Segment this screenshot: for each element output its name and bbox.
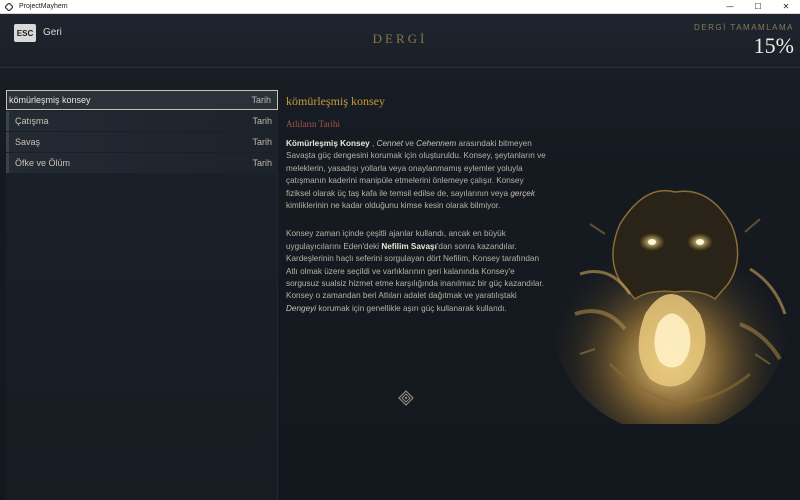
text-italic: Dengeyi bbox=[286, 303, 317, 313]
list-item-marker bbox=[6, 111, 9, 131]
list-item-tag: Tarih bbox=[252, 158, 272, 168]
entry-list: kömürleşmiş konsey Tarih Çatışma Tarih S… bbox=[6, 90, 278, 174]
entry-detail: kömürleşmiş konsey Atlıların Tarihi Kömü… bbox=[286, 94, 546, 315]
completion-value: 15% bbox=[753, 33, 794, 58]
list-item-tag: Tarih bbox=[252, 116, 272, 126]
window-titlebar: ProjectMayhem — ☐ ✕ bbox=[0, 0, 800, 14]
list-item-label: kömürleşmiş konsey bbox=[9, 95, 91, 105]
text-run: korumak için genellikle aşırı güç kullan… bbox=[316, 303, 507, 313]
text-italic: gerçek bbox=[510, 188, 535, 198]
list-item[interactable]: Çatışma Tarih bbox=[6, 111, 278, 131]
list-item-tag: Tarih bbox=[251, 95, 271, 105]
completion-label: DERGİ TAMAMLAMA bbox=[694, 23, 794, 32]
text-run: , bbox=[369, 139, 377, 148]
entry-subtitle: Atlıların Tarihi bbox=[286, 119, 340, 129]
game-viewport: ESC Geri DERGİ DERGİ TAMAMLAMA 15% kömür… bbox=[0, 14, 800, 500]
page-title: DERGİ bbox=[372, 31, 428, 46]
text-italic: Cehennem bbox=[416, 139, 457, 148]
list-item[interactable]: kömürleşmiş konsey Tarih bbox=[6, 90, 278, 110]
list-item-label: Savaş bbox=[15, 137, 41, 147]
list-item-label: Çatışma bbox=[15, 116, 49, 126]
text-italic: Cennet bbox=[376, 139, 403, 148]
entry-paragraph: Kömürleşmiş Konsey , Cennet ve Cehennem … bbox=[286, 138, 546, 212]
close-button[interactable]: ✕ bbox=[772, 0, 800, 14]
header-bar: ESC Geri DERGİ DERGİ TAMAMLAMA 15% bbox=[0, 14, 800, 68]
entry-paragraph: Konsey zaman içinde çeşitli ajanlar kull… bbox=[286, 228, 546, 315]
list-item-label: Öfke ve Ölüm bbox=[15, 158, 71, 168]
text-bold: Kömürleşmiş Konsey bbox=[286, 139, 370, 148]
entry-title: kömürleşmiş konsey bbox=[286, 94, 385, 108]
ornament-icon bbox=[398, 390, 414, 406]
list-item[interactable]: Öfke ve Ölüm Tarih bbox=[6, 153, 278, 173]
text-bold: Nefilim Savaşı bbox=[381, 241, 437, 251]
list-item-marker bbox=[6, 132, 9, 152]
diamond-icon bbox=[4, 2, 13, 11]
list-item-tag: Tarih bbox=[252, 137, 272, 147]
council-artwork bbox=[550, 164, 800, 434]
minimize-button[interactable]: — bbox=[716, 0, 744, 14]
text-run: ve bbox=[402, 139, 417, 148]
window-title: ProjectMayhem bbox=[19, 3, 68, 10]
maximize-button[interactable]: ☐ bbox=[744, 0, 772, 14]
list-item-marker bbox=[6, 153, 9, 173]
text-run: kimliklerinin ne kadar olduğunu kimse ke… bbox=[286, 201, 501, 211]
list-item[interactable]: Savaş Tarih bbox=[6, 132, 278, 152]
